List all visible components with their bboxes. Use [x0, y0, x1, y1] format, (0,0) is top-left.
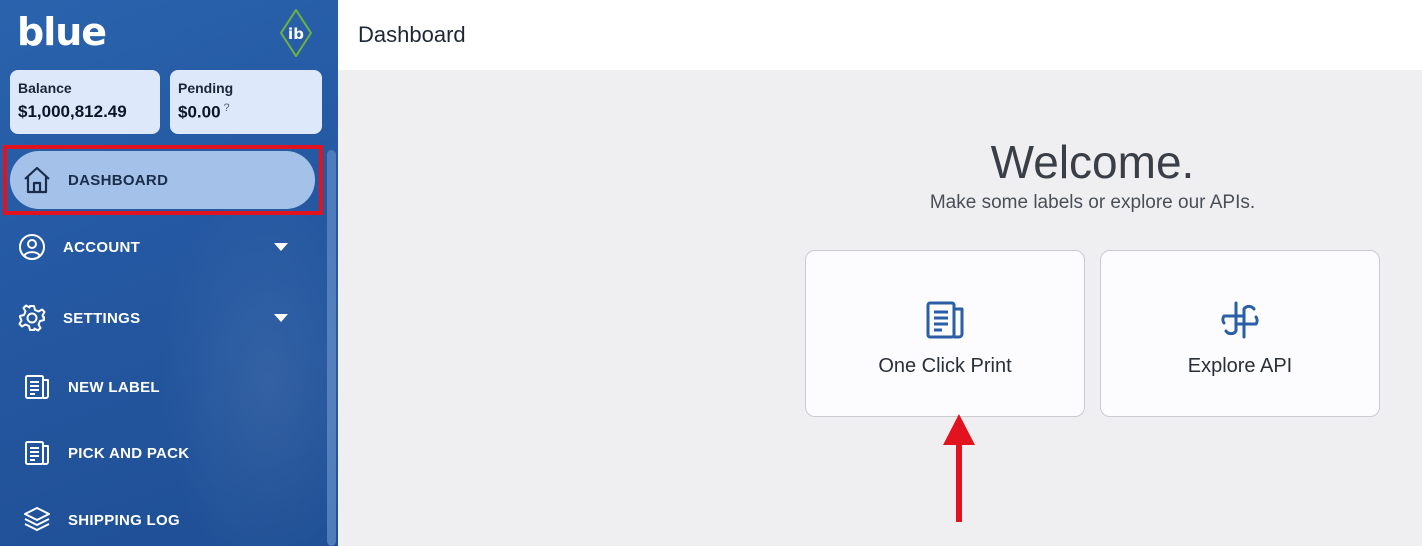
document-icon [22, 372, 52, 402]
top-header: Dashboard [338, 0, 1422, 70]
document-icon [926, 301, 964, 339]
sidebar-item-label: NEW LABEL [68, 378, 160, 396]
sidebar-item-pick-and-pack[interactable]: PICK AND PACK [10, 424, 315, 482]
pending-value: $0.00 [178, 102, 221, 122]
chevron-down-icon[interactable] [274, 243, 288, 251]
home-icon [22, 165, 52, 195]
sidebar-item-label: SHIPPING LOG [68, 511, 180, 529]
welcome-title: Welcome. [990, 136, 1195, 188]
document-icon [22, 438, 52, 468]
chevron-down-icon[interactable] [274, 314, 288, 322]
sidebar-item-settings[interactable]: SETTINGS [5, 289, 310, 347]
ib-logo-text: ib [288, 25, 304, 43]
page-title: Dashboard [358, 22, 466, 47]
sidebar-item-shipping-log[interactable]: SHIPPING LOG [10, 491, 315, 546]
sidebar: blue ib Balance $1,000,812.49 Pending $0… [0, 0, 338, 546]
ib-logo-icon: ib [280, 9, 312, 57]
sidebar-item-label: SETTINGS [63, 309, 141, 327]
balance-label: Balance [18, 80, 72, 96]
sidebar-scrollbar[interactable] [327, 150, 336, 546]
one-click-print-label: One Click Print [878, 355, 1012, 377]
pending-card: Pending $0.00? [170, 70, 322, 134]
user-circle-icon [17, 232, 47, 262]
layers-icon [22, 505, 52, 535]
explore-api-card[interactable]: Explore API [1100, 250, 1380, 417]
sidebar-item-label: DASHBOARD [68, 171, 169, 189]
annotation-arrow [943, 414, 975, 522]
sidebar-item-label: PICK AND PACK [68, 444, 190, 462]
welcome-subtitle: Make some labels or explore our APIs. [929, 192, 1256, 213]
sidebar-item-account[interactable]: ACCOUNT [5, 218, 310, 276]
sidebar-item-dashboard[interactable]: DASHBOARD [10, 151, 315, 209]
explore-api-label: Explore API [1187, 355, 1293, 377]
pending-help-icon[interactable]: ? [224, 102, 230, 114]
balance-value: $1,000,812.49 [18, 102, 127, 121]
sidebar-item-new-label[interactable]: NEW LABEL [10, 358, 315, 416]
sidebar-item-label: ACCOUNT [63, 238, 141, 256]
one-click-print-card[interactable]: One Click Print [805, 250, 1085, 417]
gear-icon [17, 303, 47, 333]
pending-label: Pending [178, 80, 234, 96]
api-icon [1221, 301, 1259, 339]
brand-logo[interactable]: blue [17, 10, 107, 54]
balance-card: Balance $1,000,812.49 [10, 70, 160, 134]
